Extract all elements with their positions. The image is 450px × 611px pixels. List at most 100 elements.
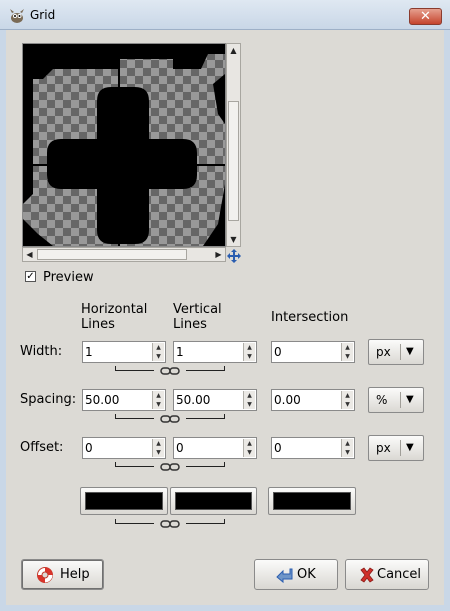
spin-down-icon[interactable]: ▼ [342,448,353,457]
navigate-icon[interactable] [227,249,241,263]
preview-checkbox[interactable]: ✓ [25,271,36,282]
color-chain-button[interactable] [115,519,225,529]
width-vertical-spinbox[interactable]: ▲▼ [173,341,257,363]
offset-unit-dropdown[interactable]: px ▼ [368,435,424,461]
horizontal-color-button[interactable] [80,487,168,515]
unit-value: % [376,393,388,407]
horizontal-color-swatch [85,492,163,510]
width-vertical-input[interactable] [176,344,240,360]
cancel-button[interactable]: Cancel [345,559,429,590]
spacing-chain-button[interactable] [115,414,225,424]
spin-down-icon[interactable]: ▼ [153,352,164,361]
close-icon: ✕ [420,9,431,24]
vertical-scroll-thumb[interactable] [228,101,239,221]
dropdown-separator [400,344,401,360]
spin-up-icon[interactable]: ▲ [342,343,353,352]
spacing-intersection-spinbox[interactable]: ▲▼ [271,389,355,411]
lifebuoy-icon [37,567,53,583]
chain-link-icon [160,367,180,375]
spin-down-icon[interactable]: ▼ [244,400,255,409]
vertical-color-button[interactable] [170,487,257,515]
spin-up-icon[interactable]: ▲ [244,391,255,400]
spacing-horizontal-spinbox[interactable]: ▲▼ [82,389,166,411]
offset-chain-button[interactable] [115,462,225,472]
offset-intersection-input[interactable] [274,440,338,456]
spacing-vertical-input[interactable] [176,392,240,408]
gimp-icon [10,9,24,23]
spin-down-icon[interactable]: ▼ [342,400,353,409]
cancel-label: Cancel [377,567,422,582]
horizontal-lines-header: Horizontal Lines [81,302,147,332]
cancel-x-icon [360,567,374,583]
offset-horizontal-input[interactable] [85,440,149,456]
width-intersection-input[interactable] [274,344,338,360]
spin-up-icon[interactable]: ▲ [342,439,353,448]
spin-up-icon[interactable]: ▲ [153,343,164,352]
scroll-left-icon[interactable]: ◀ [23,248,36,261]
spacing-unit-dropdown[interactable]: % ▼ [368,387,424,413]
intersection-color-button[interactable] [268,487,356,515]
dropdown-arrow-icon: ▼ [406,442,414,453]
spin-up-icon[interactable]: ▲ [153,439,164,448]
preview-horizontal-scrollbar[interactable]: ◀ ▶ [22,247,226,262]
preview-canvas[interactable] [22,43,226,247]
header-line-2: Lines [173,317,207,332]
horizontal-scroll-thumb[interactable] [37,249,187,260]
help-label: Help [60,567,90,582]
vertical-color-swatch [175,492,252,510]
spacing-horizontal-input[interactable] [85,392,149,408]
width-unit-dropdown[interactable]: px ▼ [368,339,424,365]
width-horizontal-spinbox[interactable]: ▲▼ [82,341,166,363]
unit-value: px [376,345,391,359]
spin-up-icon[interactable]: ▲ [153,391,164,400]
preview-image [23,44,225,246]
spin-up-icon[interactable]: ▲ [342,391,353,400]
spin-down-icon[interactable]: ▼ [342,352,353,361]
enter-arrow-icon [276,568,293,584]
unit-value: px [376,441,391,455]
scroll-up-icon[interactable]: ▲ [227,44,240,57]
spin-up-icon[interactable]: ▲ [244,343,255,352]
spin-up-icon[interactable]: ▲ [244,439,255,448]
width-label: Width: [20,344,63,359]
ok-button[interactable]: OK [254,559,338,590]
dropdown-separator [400,392,401,408]
dropdown-arrow-icon: ▼ [406,346,414,357]
header-line-1: Vertical [173,302,222,317]
offset-label: Offset: [20,440,64,455]
dropdown-separator [400,440,401,456]
spacing-intersection-input[interactable] [274,392,338,408]
spin-down-icon[interactable]: ▼ [153,448,164,457]
chain-link-icon [160,520,180,528]
intersection-header: Intersection [271,310,349,325]
width-intersection-spinbox[interactable]: ▲▼ [271,341,355,363]
checkmark-icon: ✓ [26,271,35,282]
scroll-down-icon[interactable]: ▼ [227,233,240,246]
vertical-lines-header: Vertical Lines [173,302,222,332]
spacing-label: Spacing: [20,392,77,407]
header-line-1: Horizontal [81,302,148,317]
width-chain-button[interactable] [115,366,225,376]
spacing-vertical-spinbox[interactable]: ▲▼ [173,389,257,411]
close-button[interactable]: ✕ [409,8,442,25]
scroll-right-icon[interactable]: ▶ [212,248,225,261]
preview-vertical-scrollbar[interactable]: ▲ ▼ [226,43,241,247]
help-button[interactable]: Help [21,559,104,590]
chain-link-icon [160,415,180,423]
ok-label: OK [297,567,316,582]
offset-vertical-input[interactable] [176,440,240,456]
preview-label[interactable]: Preview [43,270,94,285]
title-bar: Grid ✕ [0,0,450,30]
chain-link-icon [160,463,180,471]
intersection-color-swatch [273,492,351,510]
header-line-2: Lines [81,317,115,332]
spin-down-icon[interactable]: ▼ [244,352,255,361]
offset-horizontal-spinbox[interactable]: ▲▼ [82,437,166,459]
offset-intersection-spinbox[interactable]: ▲▼ [271,437,355,459]
spin-down-icon[interactable]: ▼ [244,448,255,457]
offset-vertical-spinbox[interactable]: ▲▼ [173,437,257,459]
dropdown-arrow-icon: ▼ [406,394,414,405]
window-title: Grid [30,8,56,22]
width-horizontal-input[interactable] [85,344,149,360]
spin-down-icon[interactable]: ▼ [153,400,164,409]
